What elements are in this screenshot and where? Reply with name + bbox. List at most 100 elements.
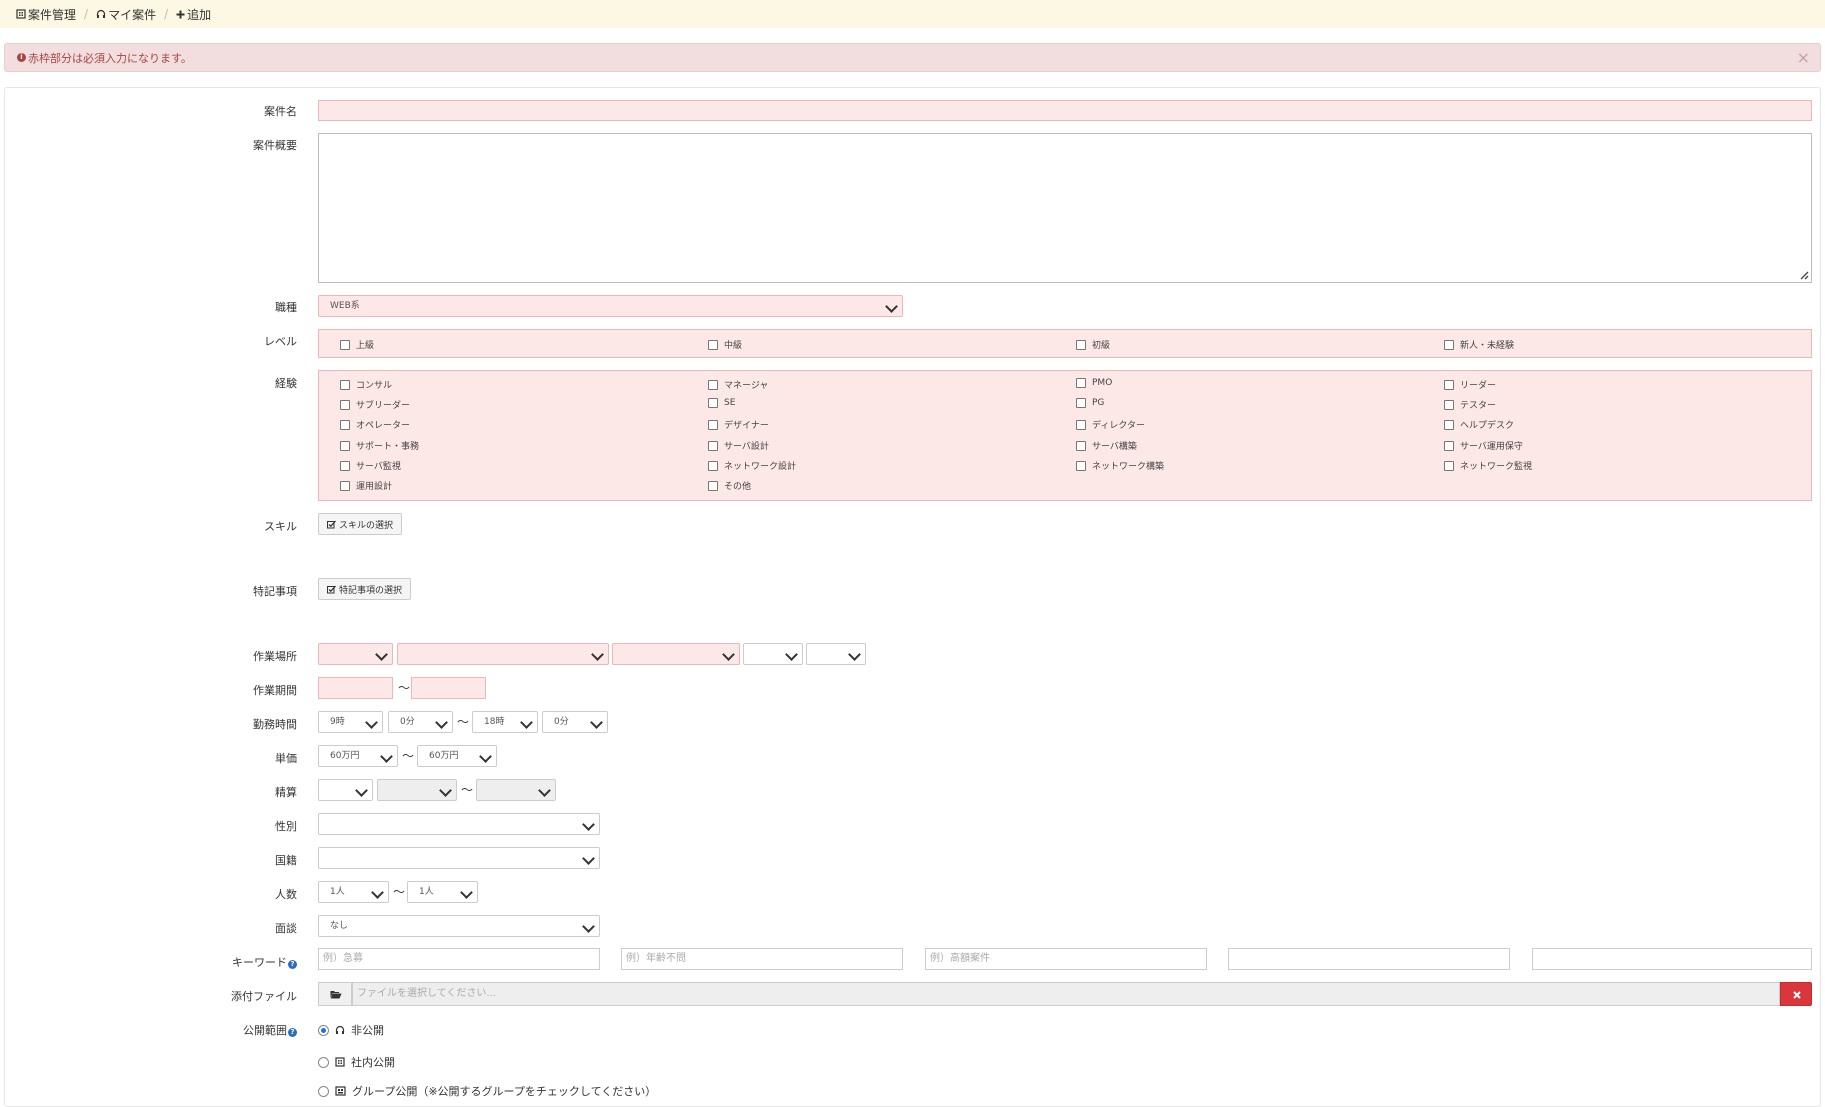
keyword-input-5[interactable] <box>1532 948 1812 970</box>
level-checkbox-newcomer[interactable]: 新人・未経験 <box>1444 338 1514 351</box>
checkbox-box[interactable] <box>1444 399 1454 410</box>
radio-button[interactable] <box>318 1024 329 1036</box>
checkbox-box[interactable] <box>340 480 350 491</box>
experience-checkbox[interactable]: サーバ運用保守 <box>1444 439 1523 452</box>
level-checkbox-intermediate[interactable]: 中級 <box>708 338 742 351</box>
hours-start-hour-select[interactable]: 9時 <box>318 711 383 733</box>
checkbox-box[interactable] <box>708 379 718 390</box>
experience-checkbox[interactable]: マネージャ <box>708 378 768 391</box>
checkbox-box[interactable] <box>708 398 718 408</box>
experience-checkbox[interactable]: サポート・事務 <box>340 439 419 452</box>
experience-checkbox[interactable]: ネットワーク構築 <box>1076 459 1164 472</box>
checkbox-box[interactable] <box>340 339 350 350</box>
resize-handle-icon[interactable] <box>1798 269 1809 280</box>
interview-select[interactable]: なし <box>318 915 600 937</box>
checkbox-box[interactable] <box>708 440 718 451</box>
gender-select[interactable] <box>318 813 600 835</box>
clear-file-button[interactable] <box>1780 982 1812 1006</box>
select-skills-button[interactable]: スキルの選択 <box>318 513 403 535</box>
checkbox-box[interactable] <box>340 379 350 390</box>
checkbox-box[interactable] <box>1076 339 1086 350</box>
price-max-select[interactable]: 60万円 <box>417 745 497 767</box>
checkbox-box[interactable] <box>708 339 718 350</box>
experience-checkbox[interactable]: サーバ構築 <box>1076 439 1137 452</box>
experience-checkbox[interactable]: コンサル <box>340 378 392 391</box>
checkbox-box[interactable] <box>708 460 718 471</box>
browse-file-button[interactable] <box>318 982 352 1006</box>
period-end-input[interactable] <box>411 677 486 699</box>
checkbox-box[interactable] <box>1444 440 1454 451</box>
keyword-input-1[interactable]: 例）急募 <box>318 948 600 970</box>
select-notes-button[interactable]: 特記事項の選択 <box>318 578 412 600</box>
checkbox-box[interactable] <box>708 419 718 430</box>
checkbox-box[interactable] <box>1076 440 1086 451</box>
checkbox-box[interactable] <box>708 480 718 491</box>
nationality-select[interactable] <box>318 847 600 869</box>
radio-button[interactable] <box>318 1056 329 1068</box>
price-min-select[interactable]: 60万円 <box>318 745 398 767</box>
checkbox-box[interactable] <box>1076 419 1086 430</box>
checkbox-box[interactable] <box>1444 339 1454 350</box>
location-region-select[interactable] <box>318 643 393 665</box>
experience-checkbox[interactable]: SE <box>708 398 735 408</box>
location-prefecture-select[interactable] <box>397 643 609 665</box>
headcount-max-select[interactable]: 1人 <box>407 881 478 903</box>
checkbox-label: ネットワーク構築 <box>1092 462 1165 472</box>
keyword-input-4[interactable] <box>1228 948 1510 970</box>
checkbox-box[interactable] <box>1444 379 1454 390</box>
experience-checkbox[interactable]: PG <box>1076 398 1104 408</box>
location-city-select[interactable] <box>612 643 740 665</box>
checkbox-box[interactable] <box>1076 398 1086 408</box>
title-input[interactable] <box>318 100 1812 121</box>
breadcrumb-item-case-management[interactable]: 案件管理 <box>16 6 76 23</box>
breadcrumb-item-my-cases[interactable]: マイ案件 <box>96 6 156 23</box>
experience-checkbox[interactable]: リーダー <box>1444 378 1496 391</box>
level-checkbox-senior[interactable]: 上級 <box>340 338 374 351</box>
file-path-input[interactable]: ファイルを選択してください... <box>352 982 1780 1006</box>
experience-checkbox[interactable]: サーバ監視 <box>340 459 401 472</box>
select-value: 1人 <box>419 887 434 897</box>
visibility-radio-company[interactable]: 社内公開 <box>318 1054 395 1070</box>
checkbox-box[interactable] <box>340 440 350 451</box>
experience-checkbox[interactable]: PMO <box>1076 378 1112 388</box>
help-icon[interactable]: ? <box>288 960 297 969</box>
experience-checkbox[interactable]: その他 <box>708 479 751 492</box>
keyword-input-3[interactable]: 例）高額案件 <box>925 948 1207 970</box>
experience-checkbox[interactable]: ディレクター <box>1076 418 1145 431</box>
experience-checkbox[interactable]: テスター <box>1444 398 1496 411</box>
settlement-max-select[interactable] <box>476 779 556 801</box>
experience-checkbox[interactable]: 運用設計 <box>340 479 392 492</box>
visibility-radio-private[interactable]: 非公開 <box>318 1022 384 1038</box>
job-type-select[interactable]: WEB系 <box>318 295 903 317</box>
checkbox-box[interactable] <box>340 419 350 430</box>
location-station-select[interactable] <box>806 643 866 665</box>
alert-close-button[interactable]: × <box>1797 48 1810 67</box>
experience-checkbox[interactable]: ネットワーク設計 <box>708 459 796 472</box>
headcount-min-select[interactable]: 1人 <box>318 881 389 903</box>
period-start-input[interactable] <box>318 677 393 699</box>
hours-end-hour-select[interactable]: 18時 <box>472 711 538 733</box>
settlement-type-select[interactable] <box>318 779 373 801</box>
checkbox-box[interactable] <box>1444 460 1454 471</box>
checkbox-box[interactable] <box>340 460 350 471</box>
experience-checkbox[interactable]: ネットワーク監視 <box>1444 459 1532 472</box>
experience-checkbox[interactable]: サーバ設計 <box>708 439 769 452</box>
visibility-radio-group[interactable]: グループ公開（※公開するグループをチェックしてください） <box>318 1083 656 1099</box>
help-icon[interactable]: ? <box>288 1028 297 1037</box>
experience-checkbox[interactable]: ヘルプデスク <box>1444 418 1514 431</box>
checkbox-box[interactable] <box>1444 419 1454 430</box>
experience-checkbox[interactable]: デザイナー <box>708 418 769 431</box>
settlement-min-select[interactable] <box>377 779 457 801</box>
summary-textarea[interactable] <box>318 133 1812 283</box>
hours-end-minute-select[interactable]: 0分 <box>542 711 608 733</box>
level-checkbox-junior[interactable]: 初級 <box>1076 338 1110 351</box>
hours-start-minute-select[interactable]: 0分 <box>388 711 453 733</box>
keyword-input-2[interactable]: 例）年齢不問 <box>621 948 903 970</box>
experience-checkbox[interactable]: サブリーダー <box>340 398 410 411</box>
experience-checkbox[interactable]: オペレーター <box>340 418 410 431</box>
checkbox-box[interactable] <box>1076 378 1086 388</box>
location-line-select[interactable] <box>743 643 803 665</box>
radio-button[interactable] <box>318 1085 329 1097</box>
checkbox-box[interactable] <box>340 399 350 410</box>
checkbox-box[interactable] <box>1076 460 1086 471</box>
